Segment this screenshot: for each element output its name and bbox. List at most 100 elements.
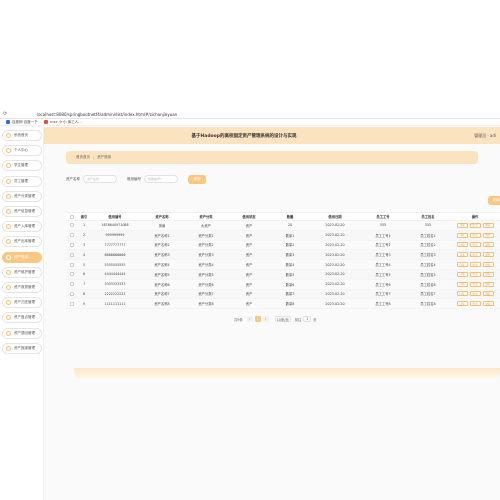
edit-button[interactable]: 修改	[469, 232, 481, 238]
edit-button[interactable]: 修改	[469, 271, 481, 277]
delete-button[interactable]: 删除	[482, 232, 494, 238]
edit-button[interactable]: 修改	[469, 262, 481, 268]
menu-icon	[6, 163, 11, 169]
detail-button[interactable]: 详情	[456, 222, 468, 228]
sidebar-item[interactable]: 资产分类管理	[2, 190, 42, 202]
search-button[interactable]: 查询	[188, 174, 206, 184]
action-group: 详情 修改 删除	[456, 271, 494, 277]
page-size-select[interactable]: 10条/页	[274, 316, 291, 322]
sidebar-item[interactable]: 员工管理	[2, 175, 42, 187]
edit-button[interactable]: 修改	[469, 222, 481, 228]
table-cell: 员工姓名5	[420, 272, 436, 277]
table-cell: 员工工号8	[375, 302, 391, 307]
table-row: 5 5555555555 资产名称4 资产分类4 资产 数量4 2023-02-20 员工工号…	[66, 260, 500, 270]
edit-button[interactable]: 修改	[469, 242, 481, 248]
column-header: 借用编号	[108, 215, 122, 219]
sidebar-item[interactable]: 资产借用	[2, 251, 42, 263]
table-cell: 资产	[245, 272, 253, 277]
delete-button[interactable]: 删除	[482, 291, 494, 297]
column-header: 数量	[286, 215, 294, 219]
sidebar-item-label: 资产信息管理	[14, 209, 35, 213]
table-row: 8 2222222222 资产名称7 资产分类7 资产 数量7 2023-02-20 员工工号…	[66, 289, 500, 300]
bookmark-icon	[6, 120, 10, 124]
bookmarks-bar: 百度网·百度一下 cnzz 小·小 库工人...	[0, 119, 500, 126]
delete-button[interactable]: 删除	[482, 222, 494, 228]
row-actions: 详情 修改 删除	[450, 241, 500, 250]
sidebar-item[interactable]: 资产维护管理	[2, 266, 42, 278]
table-cell: 资产	[245, 282, 253, 287]
sidebar-item[interactable]: 资产出库管理	[2, 236, 42, 248]
table-cell: 7777777777	[104, 242, 126, 247]
sidebar-item[interactable]: 资产信息管理	[2, 206, 42, 217]
sidebar-item[interactable]: 资产报损管理	[2, 282, 42, 293]
table-cell: 555	[379, 223, 387, 228]
row-checkbox[interactable]	[70, 233, 74, 238]
detail-button[interactable]: 详情	[456, 232, 468, 238]
row-select-cell	[66, 270, 78, 279]
delete-button[interactable]: 删除	[482, 301, 494, 307]
detail-button[interactable]: 详情	[456, 262, 468, 268]
row-checkbox[interactable]	[70, 291, 74, 296]
prev-page-button[interactable]: ‹	[246, 316, 253, 322]
sidebar-item[interactable]: 资产入库管理	[2, 221, 42, 233]
bookmark-item[interactable]: cnzz 小·小 库工人...	[43, 120, 82, 125]
reload-icon[interactable]: ⟳	[3, 111, 11, 117]
row-checkbox[interactable]	[70, 242, 74, 247]
detail-button[interactable]: 详情	[456, 242, 468, 248]
table-cell: 员工姓名3	[420, 253, 436, 258]
detail-button[interactable]: 详情	[456, 271, 468, 277]
row-checkbox[interactable]	[70, 301, 74, 306]
url-text: localhost:8080/springbootnetf4/admin/dis…	[37, 111, 178, 117]
edit-button[interactable]: 修改	[469, 281, 481, 287]
menu-icon	[6, 315, 11, 321]
sidebar-item[interactable]: 学生管理	[2, 160, 42, 172]
row-checkbox[interactable]	[70, 223, 74, 228]
delete-button[interactable]: 删除	[482, 242, 494, 248]
card-footer-decoration	[74, 368, 500, 378]
column-header: 员工工号	[376, 215, 390, 219]
row-select-cell	[66, 260, 78, 269]
add-button[interactable]: 新增	[488, 196, 500, 205]
sidebar-item[interactable]: 资产盘点管理	[2, 312, 42, 324]
row-select-cell	[66, 221, 78, 230]
table-cell: 资产名称8	[154, 302, 170, 307]
edit-button[interactable]: 修改	[469, 252, 481, 258]
sidebar-item[interactable]: 系统首页	[2, 130, 42, 141]
asset-name-input[interactable]: 资产名称	[83, 175, 117, 183]
select-all-checkbox[interactable]	[70, 214, 74, 219]
table-cell: 数量4	[285, 263, 295, 268]
table-cell: 员工姓名8	[420, 302, 436, 307]
sidebar-item[interactable]: 资产退回管理	[2, 327, 42, 339]
delete-button[interactable]: 删除	[482, 252, 494, 258]
table-cell: 风扇	[158, 223, 166, 228]
sidebar-item[interactable]: 资产报废管理	[2, 342, 42, 354]
bookmark-item[interactable]: 百度网·百度一下	[6, 120, 38, 125]
column-header: 借用日期	[328, 215, 342, 219]
table-cell: 资产分类6	[198, 282, 214, 287]
menu-icon	[6, 133, 11, 138]
detail-button[interactable]: 详情	[456, 252, 468, 258]
sidebar-item[interactable]: 资产归还管理	[2, 297, 42, 309]
next-page-button[interactable]: ›	[262, 316, 269, 322]
page-number[interactable]: 1	[254, 316, 261, 322]
edit-button[interactable]: 修改	[469, 301, 481, 307]
table-cell: 数量2	[285, 243, 295, 248]
detail-button[interactable]: 详情	[456, 281, 468, 287]
row-checkbox[interactable]	[70, 252, 74, 257]
row-checkbox[interactable]	[70, 262, 74, 267]
breadcrumb-home[interactable]: 首页首页	[76, 155, 90, 160]
app-title: 基于Hadoop的高校固定资产管理系统的设计与实现	[191, 133, 297, 139]
user-info[interactable]: 管理员 · adi	[474, 133, 496, 139]
delete-button[interactable]: 删除	[482, 271, 494, 277]
detail-button[interactable]: 详情	[456, 301, 468, 307]
row-checkbox[interactable]	[70, 272, 74, 277]
edit-button[interactable]: 修改	[469, 291, 481, 297]
sidebar-item[interactable]: 个人中心	[2, 145, 42, 157]
detail-button[interactable]: 详情	[456, 291, 468, 297]
goto-page-input[interactable]: 1	[303, 316, 312, 322]
delete-button[interactable]: 删除	[482, 281, 494, 287]
delete-button[interactable]: 删除	[482, 262, 494, 268]
borrow-code-input[interactable]: 借用编号1	[144, 175, 178, 183]
row-checkbox[interactable]	[70, 282, 74, 287]
address-bar[interactable]: ⟳ localhost:8080/springbootnetf4/admin/d…	[0, 110, 500, 119]
